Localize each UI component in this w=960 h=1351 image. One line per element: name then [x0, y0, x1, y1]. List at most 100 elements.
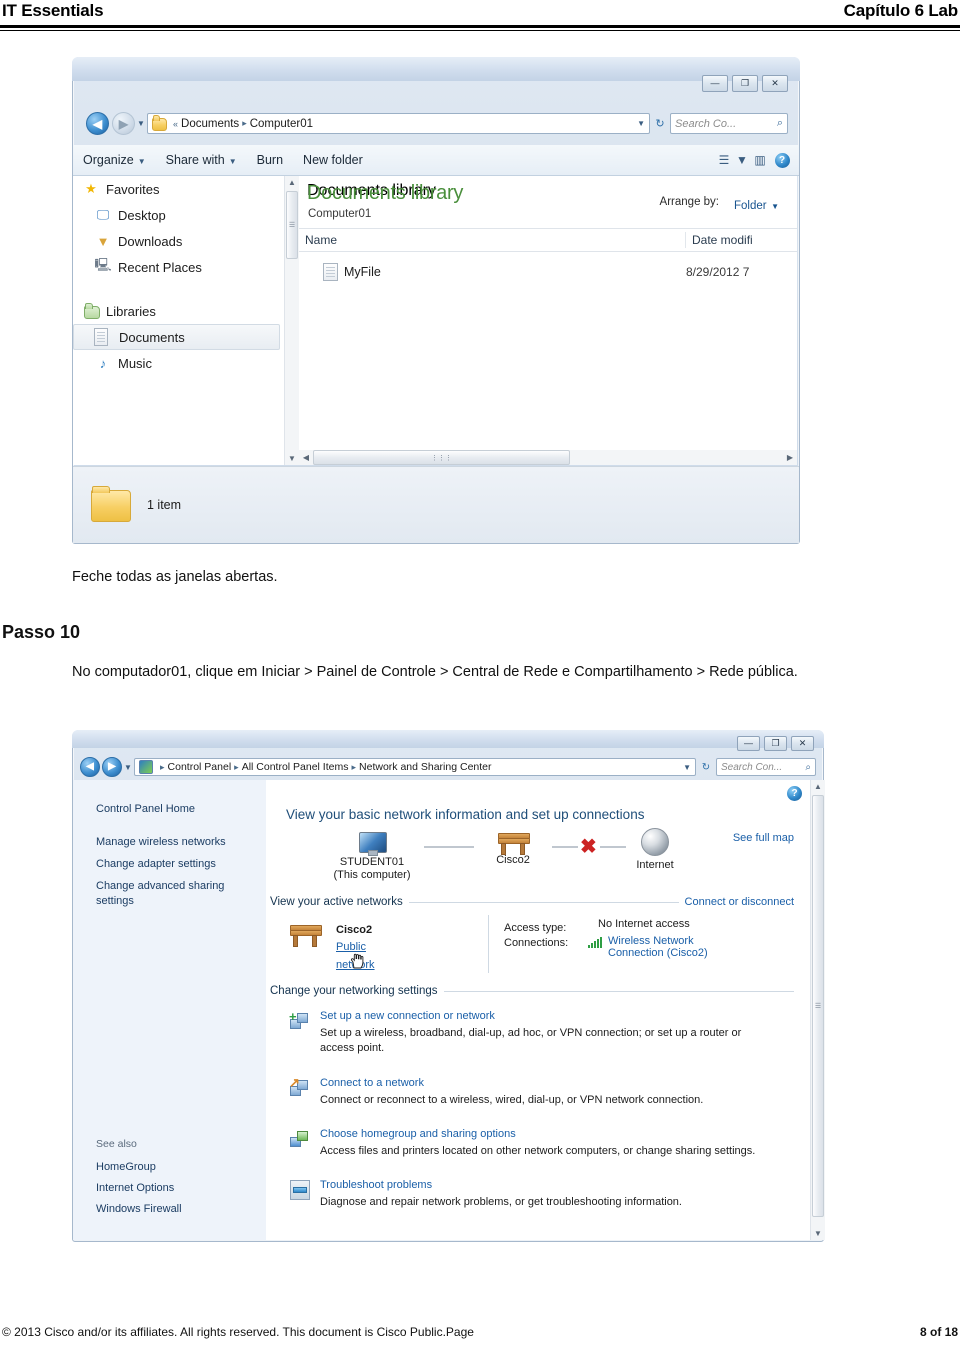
- link-see-full-map[interactable]: See full map: [733, 832, 794, 844]
- breadcrumb-separator-icon: ▸: [242, 118, 247, 128]
- connect-network-icon: ↗: [289, 1076, 308, 1096]
- explorer-status-bar: 1 item: [73, 466, 799, 543]
- network-window-controls[interactable]: — ❐ ✕: [737, 736, 814, 751]
- sidebar-item-desktop[interactable]: 🖵 Desktop: [73, 202, 284, 228]
- breadcrumb-all-items[interactable]: All Control Panel Items: [242, 761, 349, 773]
- windows-explorer-screenshot: — ❐ ✕ ◀ ▶ ▼ « Documents ▸ Computer01 ▼ ↻…: [72, 57, 800, 544]
- recent-places-icon: 🖳: [94, 257, 112, 272]
- close-button[interactable]: ✕: [791, 736, 814, 751]
- help-button[interactable]: ?: [787, 786, 802, 801]
- link-homegroup[interactable]: HomeGroup: [96, 1160, 156, 1175]
- link-change-advanced-sharing-settings[interactable]: Change advanced sharing settings: [96, 879, 236, 909]
- address-breadcrumb-box[interactable]: « Documents ▸ Computer01 ▼: [147, 113, 650, 134]
- network-titlebar: [72, 730, 824, 748]
- search-input[interactable]: Search Co... ⌕: [670, 113, 788, 134]
- link-internet-options[interactable]: Internet Options: [96, 1181, 174, 1196]
- address-dropdown-icon[interactable]: ▼: [677, 763, 691, 772]
- sidebar-item-documents[interactable]: Documents: [73, 324, 280, 350]
- control-panel-icon: [139, 760, 153, 774]
- sidebar-item-label: Libraries: [106, 303, 156, 319]
- scrollbar-thumb[interactable]: ☰: [286, 191, 298, 259]
- library-subtitle: Computer01: [308, 208, 372, 220]
- link-wireless-network-connection[interactable]: Wireless Network Connection (Cisco2): [608, 935, 708, 959]
- settings-item-new-connection[interactable]: + Set up a new connection or network Set…: [289, 1010, 800, 1056]
- active-network-name: Cisco2: [336, 920, 372, 938]
- link-windows-firewall[interactable]: Windows Firewall: [96, 1202, 182, 1217]
- settings-item-homegroup[interactable]: Choose homegroup and sharing options Acc…: [290, 1128, 800, 1159]
- minimize-icon: —: [710, 78, 720, 88]
- view-options-icon[interactable]: ☰: [713, 150, 735, 170]
- explorer-navigation-pane[interactable]: ★ Favorites 🖵 Desktop ▼ Downloads 🖳 Recent P…: [73, 176, 284, 465]
- minimize-button[interactable]: —: [737, 736, 760, 751]
- network-main-scrollbar[interactable]: ▲ ☰ ▼: [810, 780, 825, 1240]
- refresh-button[interactable]: ↻: [696, 762, 716, 773]
- footer-page-number: 8 of 18: [919, 1325, 958, 1339]
- computer-icon: [357, 832, 387, 856]
- sidebar-item-recent-places[interactable]: 🖳 Recent Places: [73, 254, 284, 280]
- maximize-button[interactable]: ❐: [764, 736, 787, 751]
- arrange-by-value-label: Folder: [734, 200, 767, 212]
- preview-pane-icon[interactable]: ▥: [749, 150, 771, 170]
- scroll-right-icon[interactable]: ▶: [783, 453, 797, 462]
- scroll-up-icon[interactable]: ▲: [811, 780, 825, 793]
- globe-icon: [641, 828, 669, 856]
- organize-button[interactable]: Organize ▼: [73, 153, 156, 167]
- breadcrumb-computer01[interactable]: Computer01: [250, 118, 313, 130]
- column-header-name[interactable]: Name: [299, 233, 685, 247]
- back-button[interactable]: ◀: [86, 112, 109, 135]
- link-change-adapter-settings[interactable]: Change adapter settings: [96, 857, 216, 872]
- breadcrumb-documents[interactable]: Documents: [181, 118, 239, 130]
- minimize-button[interactable]: —: [702, 75, 728, 92]
- map-node-computer[interactable]: STUDENT01 (This computer): [324, 832, 420, 882]
- scroll-up-icon[interactable]: ▲: [285, 176, 299, 189]
- content-horizontal-scrollbar[interactable]: ◀ ⋮⋮⋮ ▶: [299, 450, 797, 465]
- burn-button[interactable]: Burn: [247, 153, 293, 167]
- scroll-left-icon[interactable]: ◀: [299, 453, 313, 462]
- settings-item-connect-network[interactable]: ↗ Connect to a network Connect or reconn…: [289, 1076, 800, 1108]
- scrollbar-thumb[interactable]: ☰: [812, 795, 824, 1217]
- help-button[interactable]: ?: [771, 150, 793, 170]
- link-control-panel-home[interactable]: Control Panel Home: [96, 802, 195, 817]
- share-with-label: Share with: [165, 153, 225, 167]
- forward-button[interactable]: ▶: [102, 757, 122, 777]
- scroll-down-icon[interactable]: ▼: [285, 452, 299, 465]
- back-button[interactable]: ◀: [80, 757, 100, 777]
- sidebar-item-label: Documents: [119, 329, 185, 345]
- settings-item-troubleshoot[interactable]: Troubleshoot problems Diagnose and repai…: [290, 1179, 800, 1210]
- map-node-internet[interactable]: Internet: [614, 828, 696, 872]
- map-node-router[interactable]: Cisco2: [478, 832, 548, 867]
- hand-cursor-icon: [350, 953, 364, 969]
- new-folder-button[interactable]: New folder: [293, 153, 373, 167]
- maximize-button[interactable]: ❐: [732, 75, 758, 92]
- share-with-button[interactable]: Share with ▼: [156, 153, 247, 167]
- see-also-label: See also: [96, 1138, 137, 1150]
- table-row[interactable]: MyFile 8/29/2012 7: [299, 260, 797, 284]
- breadcrumb-network-sharing-center[interactable]: Network and Sharing Center: [359, 761, 492, 773]
- recent-locations-dropdown[interactable]: ▼: [135, 119, 147, 128]
- forward-button[interactable]: ▶: [112, 112, 135, 135]
- active-network-name-label: Cisco2: [336, 924, 373, 936]
- view-options-chevron-down-icon[interactable]: ▼: [735, 150, 749, 170]
- address-breadcrumb-box[interactable]: ▸ Control Panel ▸ All Control Panel Item…: [134, 758, 696, 776]
- sidebar-item-downloads[interactable]: ▼ Downloads: [73, 228, 284, 254]
- sidebar-item-label: Recent Places: [118, 259, 202, 275]
- address-dropdown-icon[interactable]: ▼: [631, 119, 645, 128]
- recent-locations-dropdown[interactable]: ▼: [122, 763, 134, 772]
- close-button[interactable]: ✕: [762, 75, 788, 92]
- file-icon: [323, 263, 338, 281]
- sidebar-item-favorites[interactable]: ★ Favorites: [73, 176, 284, 202]
- scroll-down-icon[interactable]: ▼: [811, 1227, 825, 1240]
- search-input[interactable]: Search Con... ⌕: [716, 758, 816, 776]
- arrange-by-value[interactable]: Folder ▼: [734, 196, 779, 214]
- link-connect-or-disconnect[interactable]: Connect or disconnect: [685, 896, 794, 908]
- refresh-button[interactable]: ↻: [650, 117, 670, 130]
- sidebar-item-libraries[interactable]: Libraries: [73, 298, 284, 324]
- breadcrumb-chevrons-icon: «: [173, 118, 179, 129]
- explorer-window-controls[interactable]: — ❐ ✕: [702, 75, 788, 92]
- nav-pane-scrollbar[interactable]: ▲ ☰ ▼: [284, 176, 299, 465]
- link-manage-wireless-networks[interactable]: Manage wireless networks: [96, 835, 226, 850]
- breadcrumb-control-panel[interactable]: Control Panel: [168, 761, 232, 773]
- column-header-date-modified[interactable]: Date modifi: [686, 233, 753, 247]
- sidebar-item-music[interactable]: ♪ Music: [73, 350, 284, 376]
- hscrollbar-thumb[interactable]: ⋮⋮⋮: [313, 450, 570, 465]
